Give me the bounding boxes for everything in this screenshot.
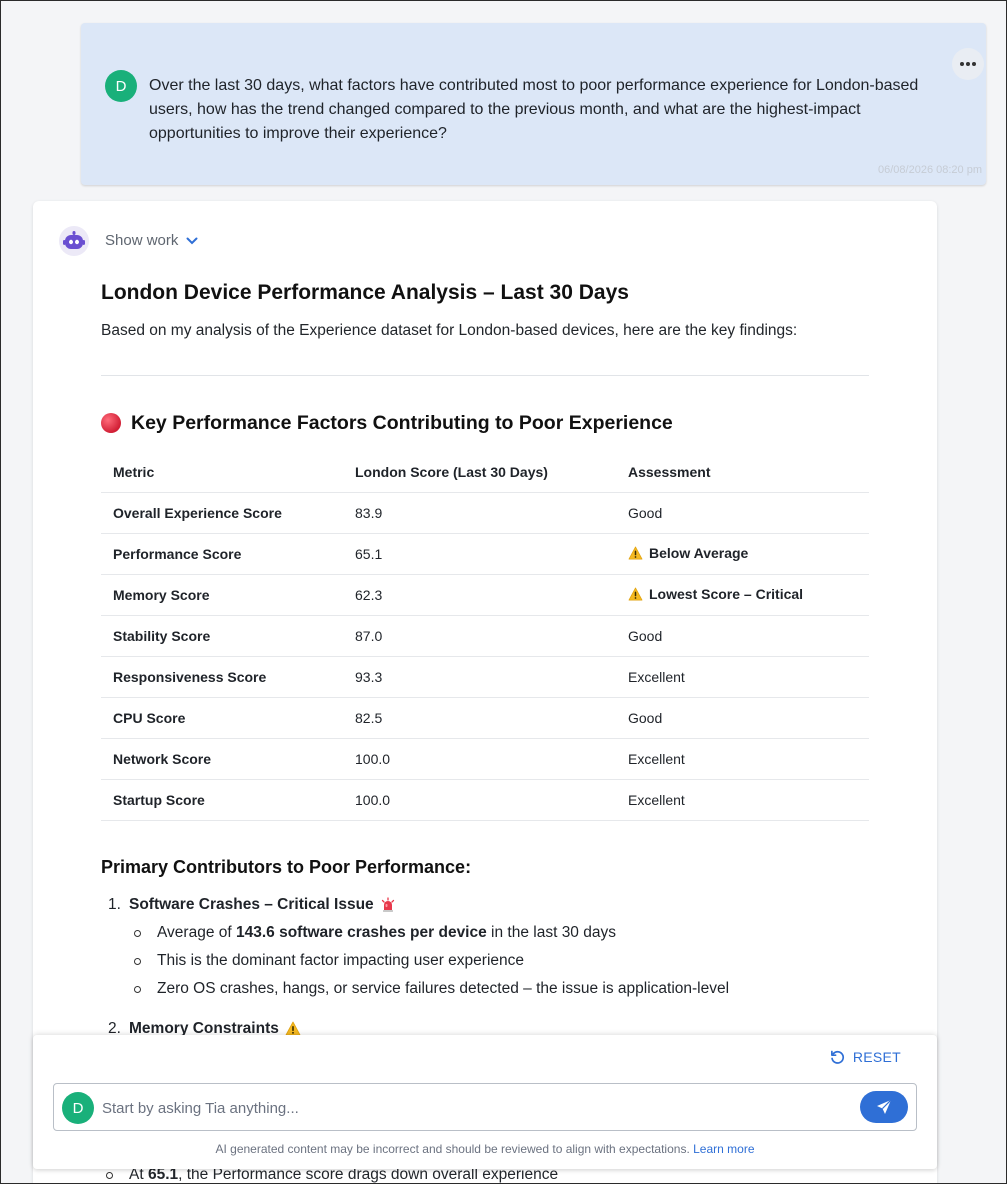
chevron-down-icon — [186, 237, 198, 244]
metric-assessment: Excellent — [616, 779, 869, 821]
warning-icon — [285, 1021, 301, 1036]
list-item: 1. Software Crashes – Critical Issue Ave… — [101, 891, 869, 1003]
metric-assessment: Excellent — [616, 738, 869, 780]
list-item: This is the dominant factor impacting us… — [129, 947, 869, 975]
ai-disclaimer: AI generated content may be incorrect an… — [33, 1142, 937, 1156]
metric-assessment: Below Average — [616, 533, 869, 575]
metric-name: Responsiveness Score — [101, 656, 343, 698]
table-row: CPU Score 82.5 Good — [101, 697, 869, 739]
metric-name: Overall Experience Score — [101, 492, 343, 534]
contributors-list: 1. Software Crashes – Critical Issue Ave… — [101, 891, 869, 1043]
metric-assessment: Good — [616, 615, 869, 657]
list-item: Average of 143.6 software crashes per de… — [129, 919, 869, 947]
table-row: Stability Score 87.0 Good — [101, 615, 869, 657]
contributor-title: Software Crashes – Critical Issue — [129, 891, 396, 919]
reset-icon — [830, 1050, 844, 1064]
metric-score: 62.3 — [343, 574, 616, 616]
metric-score: 83.9 — [343, 492, 616, 534]
send-icon — [877, 1099, 892, 1114]
metric-score: 82.5 — [343, 697, 616, 739]
chat-input-box[interactable]: D — [53, 1083, 917, 1131]
metric-score: 93.3 — [343, 656, 616, 698]
metric-assessment: Excellent — [616, 656, 869, 698]
user-message-text: Over the last 30 days, what factors have… — [149, 77, 919, 142]
metric-assessment: Good — [616, 697, 869, 739]
more-options-button[interactable] — [952, 48, 984, 80]
chat-window: D Over the last 30 days, what factors ha… — [0, 0, 1007, 1184]
disclaimer-text: AI generated content may be incorrect an… — [215, 1142, 690, 1156]
warning-icon — [628, 546, 643, 559]
scores-table: Metric London Score (Last 30 Days) Asses… — [101, 452, 869, 821]
red-circle-icon — [101, 413, 121, 433]
siren-icon — [381, 896, 394, 912]
metric-name: Network Score — [101, 738, 343, 780]
metric-score: 100.0 — [343, 779, 616, 821]
metric-assessment: Lowest Score – Critical — [616, 574, 869, 616]
table-header-score: London Score (Last 30 Days) — [343, 452, 616, 493]
user-avatar: D — [105, 70, 137, 102]
robot-icon — [59, 226, 89, 256]
show-work-toggle[interactable]: Show work — [105, 232, 198, 249]
send-button[interactable] — [860, 1091, 908, 1123]
metric-name: Memory Score — [101, 574, 343, 616]
assessment-text: Lowest Score – Critical — [649, 585, 804, 602]
metric-score: 87.0 — [343, 615, 616, 657]
contributor-details: Average of 143.6 software crashes per de… — [129, 919, 869, 1003]
bullet-emphasis: 143.6 software crashes per device — [236, 923, 487, 941]
assessment-warning: Below Average — [628, 545, 748, 561]
response-content: London Device Performance Analysis – Las… — [101, 279, 869, 1043]
warning-icon — [628, 587, 643, 600]
assessment-warning: Lowest Score – Critical — [628, 586, 803, 602]
metric-score: 100.0 — [343, 738, 616, 780]
bullet-text: Average of — [157, 923, 236, 941]
list-number: 1. — [108, 895, 121, 913]
table-row: Startup Score 100.0 Excellent — [101, 779, 869, 821]
assessment-text: Below Average — [649, 544, 749, 561]
metric-assessment: Good — [616, 492, 869, 534]
table-header-assessment: Assessment — [616, 452, 869, 493]
chat-composer: RESET D AI generated content may be inco… — [33, 1035, 937, 1169]
table-header-row: Metric London Score (Last 30 Days) Asses… — [101, 452, 869, 493]
user-avatar: D — [62, 1092, 94, 1124]
metric-name: Performance Score — [101, 533, 343, 575]
learn-more-link[interactable]: Learn more — [693, 1142, 754, 1156]
more-horizontal-icon — [960, 62, 976, 66]
table-row: Overall Experience Score 83.9 Good — [101, 492, 869, 534]
reset-button[interactable]: RESET — [830, 1049, 901, 1065]
table-row: Memory Score 62.3 Lowest Score – Critical — [101, 574, 869, 616]
table-row: Network Score 100.0 Excellent — [101, 738, 869, 780]
section-heading-text: Key Performance Factors Contributing to … — [131, 412, 673, 434]
table-row: Responsiveness Score 93.3 Excellent — [101, 656, 869, 698]
table-header-metric: Metric — [101, 452, 343, 493]
divider — [101, 375, 869, 376]
user-message: D Over the last 30 days, what factors ha… — [81, 23, 986, 185]
show-work-label: Show work — [105, 232, 179, 249]
metric-name: Stability Score — [101, 615, 343, 657]
metric-score: 65.1 — [343, 533, 616, 575]
reset-label: RESET — [852, 1049, 901, 1065]
list-item: Zero OS crashes, hangs, or service failu… — [129, 975, 869, 1003]
bullet-text: in the last 30 days — [486, 923, 616, 941]
metric-name: CPU Score — [101, 697, 343, 739]
contributor-title-text: Software Crashes – Critical Issue — [129, 895, 374, 913]
chat-input[interactable] — [102, 1094, 842, 1122]
message-timestamp: 06/08/2026 08:20 pm — [878, 164, 982, 176]
metric-name: Startup Score — [101, 779, 343, 821]
contributors-heading: Primary Contributors to Poor Performance… — [101, 856, 472, 877]
response-intro: Based on my analysis of the Experience d… — [101, 322, 798, 339]
response-title: London Device Performance Analysis – Las… — [101, 281, 629, 304]
section-heading: Key Performance Factors Contributing to … — [101, 409, 869, 437]
table-row: Performance Score 65.1 Below Average — [101, 533, 869, 575]
